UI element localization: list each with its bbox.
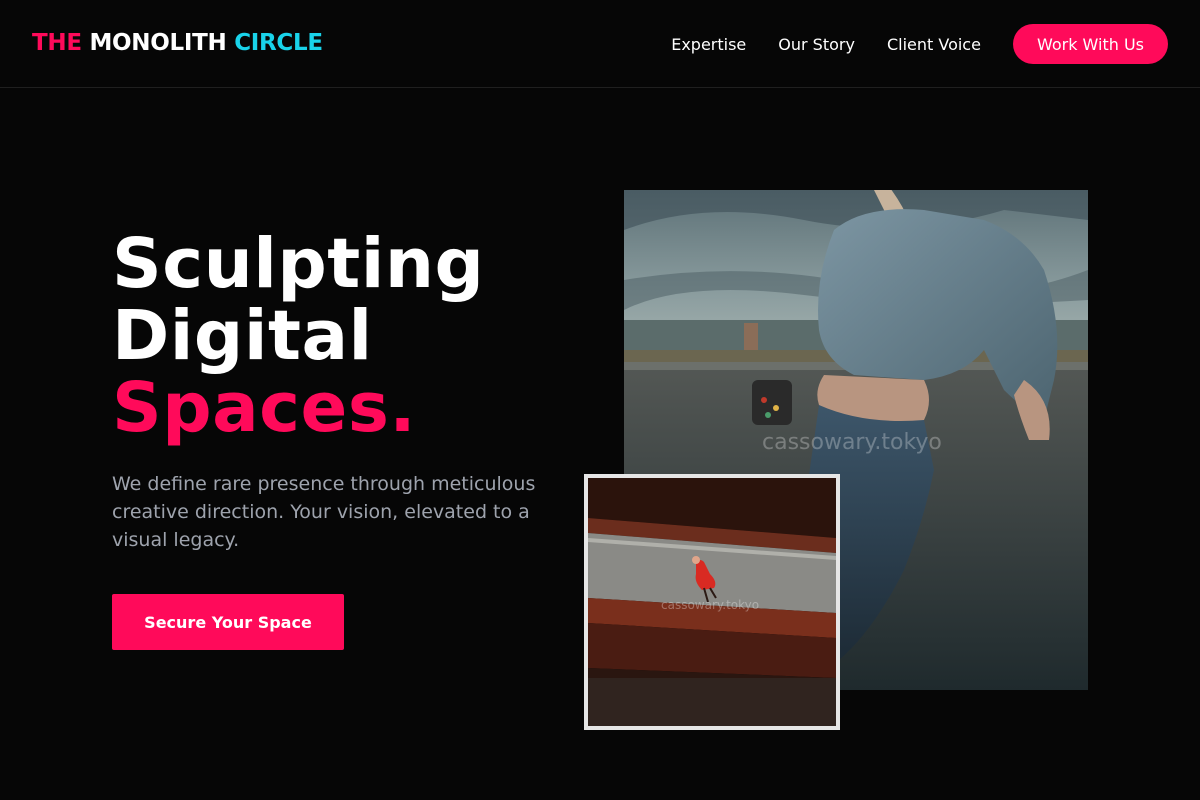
logo-word-the: THE xyxy=(32,30,82,56)
secure-your-space-button[interactable]: Secure Your Space xyxy=(112,594,344,650)
logo-word-circle: CIRCLE xyxy=(234,30,323,56)
hero-title-accent: Spaces. xyxy=(112,368,417,448)
hero-secondary-photo: cassowary.tokyo xyxy=(584,474,840,730)
hero-title-line-1: Sculpting xyxy=(112,224,485,304)
logo-word-monolith: MONOLITH xyxy=(89,30,227,56)
nav-link-our-story[interactable]: Our Story xyxy=(778,35,855,54)
nav-link-expertise[interactable]: Expertise xyxy=(671,35,746,54)
red-dress-dancer-photo xyxy=(588,478,836,726)
main-nav: Expertise Our Story Client Voice Work Wi… xyxy=(671,24,1168,64)
brand-logo[interactable]: THE MONOLITH CIRCLE xyxy=(32,29,323,57)
hero-title-line-2: Digital xyxy=(112,296,373,376)
nav-link-client-voice[interactable]: Client Voice xyxy=(887,35,981,54)
hero-title: Sculpting Digital Spaces. xyxy=(112,228,484,444)
work-with-us-button[interactable]: Work With Us xyxy=(1012,24,1168,64)
hero-description: We define rare presence through meticulo… xyxy=(112,473,536,551)
site-header: THE MONOLITH CIRCLE Expertise Our Story … xyxy=(0,0,1200,88)
